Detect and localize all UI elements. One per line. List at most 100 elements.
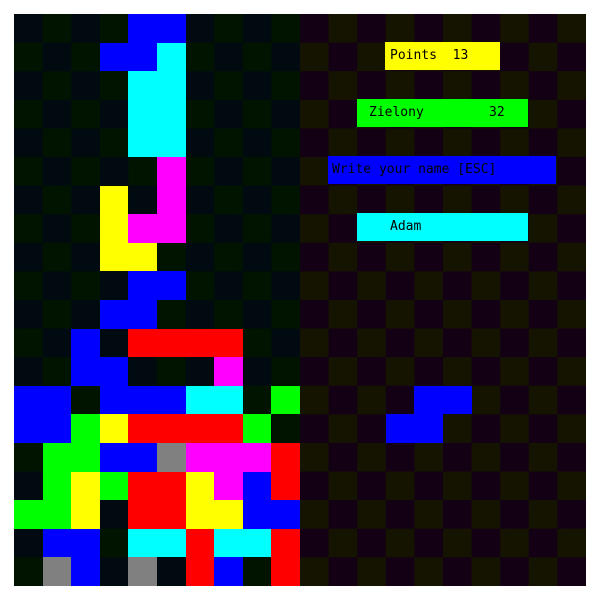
block-yellow	[128, 242, 157, 272]
block-gray	[42, 557, 72, 586]
block-blue	[99, 385, 129, 415]
points-label: Points	[390, 48, 437, 63]
block-cyan	[128, 128, 157, 157]
block-blue	[42, 385, 72, 415]
block-green	[99, 471, 129, 501]
block-magenta	[185, 443, 215, 472]
block-red	[214, 328, 243, 358]
player-name: Zielony	[369, 105, 424, 120]
block-blue	[214, 557, 243, 586]
block-red	[185, 414, 215, 443]
block-yellow	[99, 414, 129, 443]
block-blue	[42, 414, 72, 443]
block-yellow	[99, 214, 129, 243]
block-green	[42, 443, 72, 472]
block-yellow	[71, 471, 100, 501]
next-piece-block-blue	[385, 414, 415, 443]
block-gray	[128, 557, 157, 586]
block-cyan	[157, 528, 186, 558]
block-red	[157, 471, 186, 501]
block-red	[185, 328, 215, 358]
block-magenta	[214, 357, 243, 386]
block-red	[271, 443, 300, 472]
block-blue	[71, 328, 100, 358]
player-score: 32	[489, 105, 505, 120]
next-piece-block-blue	[414, 414, 443, 443]
block-red	[157, 414, 186, 443]
block-blue	[71, 357, 100, 386]
block-cyan	[157, 128, 186, 157]
block-blue	[128, 14, 157, 43]
block-cyan	[214, 528, 243, 558]
block-gray	[157, 443, 186, 472]
block-cyan	[157, 99, 186, 129]
block-red	[271, 471, 300, 501]
next-piece-block-blue	[443, 385, 472, 415]
block-cyan	[185, 385, 215, 415]
block-blue	[99, 42, 129, 72]
block-red	[271, 528, 300, 558]
game-board	[14, 14, 300, 586]
block-red	[214, 414, 243, 443]
next-piece-block-blue	[414, 385, 443, 415]
block-blue	[99, 300, 129, 329]
game-screen: Points 13 Zielony 32 Write your name [ES…	[0, 0, 600, 600]
block-blue	[14, 414, 43, 443]
block-blue	[157, 14, 186, 43]
block-red	[128, 500, 157, 529]
block-blue	[242, 471, 272, 501]
block-yellow	[99, 242, 129, 272]
block-blue	[128, 443, 157, 472]
block-red	[157, 328, 186, 358]
points-value: 13	[452, 48, 469, 63]
block-blue	[71, 557, 100, 586]
block-blue	[128, 385, 157, 415]
block-yellow	[214, 500, 243, 529]
name-prompt: Write your name [ESC]	[328, 156, 556, 184]
block-green	[42, 471, 72, 501]
block-green	[14, 500, 43, 529]
block-blue	[14, 385, 43, 415]
block-yellow	[185, 471, 215, 501]
block-yellow	[185, 500, 215, 529]
block-blue	[128, 271, 157, 300]
block-cyan	[214, 385, 243, 415]
points-display: Points 13	[385, 42, 500, 70]
block-yellow	[99, 185, 129, 215]
block-blue	[242, 500, 272, 529]
block-magenta	[242, 443, 272, 472]
block-cyan	[157, 42, 186, 72]
block-green	[271, 385, 300, 415]
block-cyan	[157, 71, 186, 100]
block-cyan	[242, 528, 272, 558]
block-blue	[99, 357, 129, 386]
block-green	[42, 500, 72, 529]
block-red	[271, 557, 300, 586]
block-yellow	[71, 500, 100, 529]
block-blue	[99, 443, 129, 472]
block-magenta	[214, 443, 243, 472]
block-cyan	[128, 71, 157, 100]
block-blue	[42, 528, 72, 558]
block-green	[71, 443, 100, 472]
block-red	[128, 328, 157, 358]
block-magenta	[128, 214, 157, 243]
name-input-field[interactable]: Adam	[357, 213, 528, 241]
block-magenta	[214, 471, 243, 501]
block-magenta	[157, 214, 186, 243]
player-score-entry: Zielony 32	[357, 99, 528, 127]
block-cyan	[128, 99, 157, 129]
block-red	[185, 528, 215, 558]
block-blue	[128, 42, 157, 72]
block-cyan	[128, 528, 157, 558]
block-blue	[157, 385, 186, 415]
block-blue	[271, 500, 300, 529]
block-red	[157, 500, 186, 529]
block-green	[242, 414, 272, 443]
block-blue	[128, 300, 157, 329]
block-red	[128, 414, 157, 443]
block-magenta	[157, 185, 186, 215]
block-magenta	[157, 157, 186, 186]
block-red	[128, 471, 157, 501]
block-blue	[71, 528, 100, 558]
